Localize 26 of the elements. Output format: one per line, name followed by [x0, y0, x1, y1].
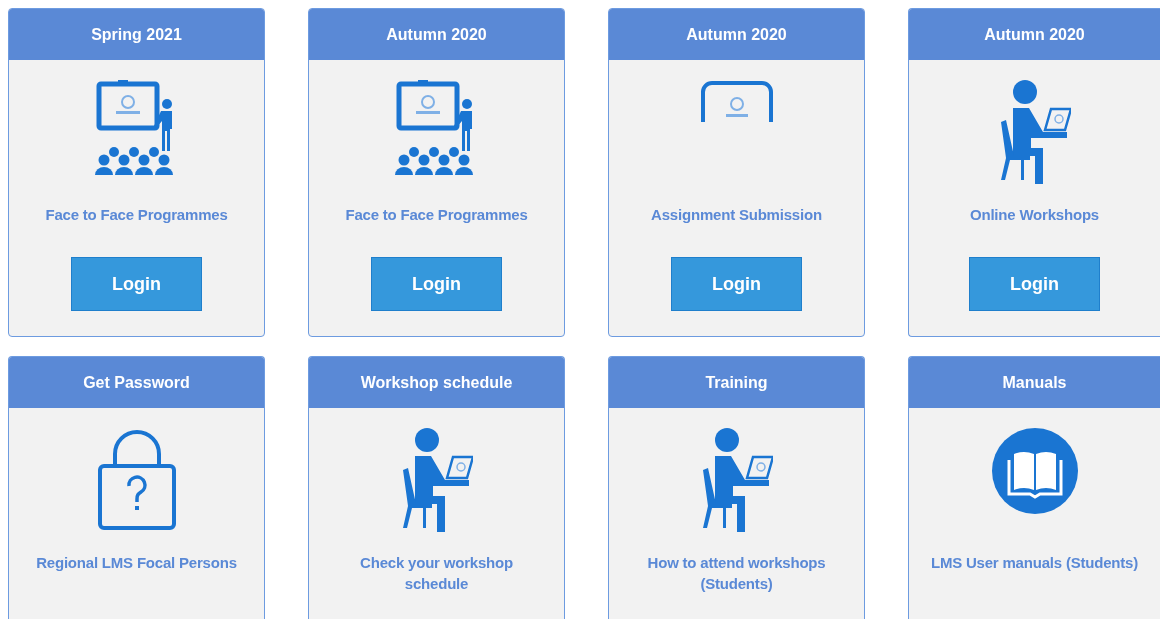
card-description: LMS User manuals (Students): [929, 553, 1140, 573]
login-button[interactable]: Login: [969, 257, 1100, 311]
person-at-laptop-icon: [400, 428, 473, 532]
card-title: Autumn 2020: [386, 24, 487, 45]
card-title: Workshop schedule: [360, 372, 513, 393]
card-description: Check your workshop schedule: [359, 553, 514, 594]
login-button[interactable]: Login: [671, 257, 802, 311]
login-button[interactable]: Login: [371, 257, 502, 311]
login-button[interactable]: Login: [71, 257, 202, 311]
card-description: Assignment Submission: [650, 205, 823, 225]
person-at-laptop-icon: [998, 80, 1071, 184]
card-title: Manuals: [1002, 372, 1067, 393]
card-title: Autumn 2020: [984, 24, 1085, 45]
card-title: Training: [705, 372, 768, 393]
padlock-icon: [96, 428, 177, 532]
card-description: How to attend workshops (Students): [646, 553, 827, 594]
card-description: Face to Face Programmes: [44, 205, 229, 225]
person-at-laptop-icon: [700, 428, 773, 532]
card-description: Face to Face Programmes: [344, 205, 529, 225]
card-title: Autumn 2020: [686, 24, 787, 45]
card-description: Online Workshops: [968, 205, 1100, 225]
whiteboard-icon: [699, 80, 774, 122]
card-title: Spring 2021: [91, 24, 182, 45]
card-title: Get Password: [83, 372, 190, 393]
card-description: Regional LMS Focal Persons: [35, 553, 238, 573]
open-book-icon: [991, 428, 1078, 514]
